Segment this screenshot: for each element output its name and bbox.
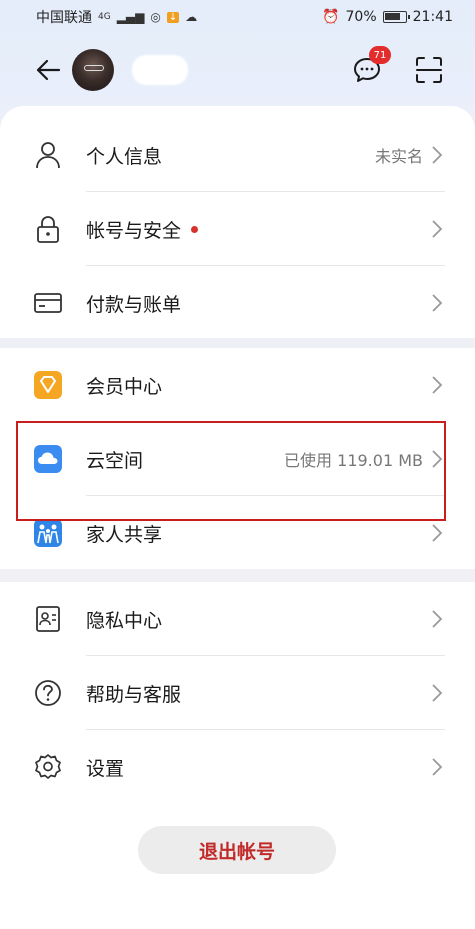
chevron-right-icon <box>431 757 443 777</box>
help-icon <box>32 677 64 709</box>
row-cloud-space[interactable]: 云空间 已使用 119.01 MB <box>0 422 475 496</box>
top-actions: 71 <box>351 46 445 86</box>
messages-button[interactable]: 71 <box>351 46 391 86</box>
services-section: 会员中心 云空间 已使用 119.01 MB 家人共享 <box>0 348 475 569</box>
arrow-left-icon <box>36 59 61 81</box>
scan-button[interactable] <box>413 54 445 86</box>
lock-icon <box>32 213 64 245</box>
family-icon <box>32 517 64 549</box>
battery-percent: 70% <box>345 9 377 25</box>
row-settings[interactable]: 设置 <box>0 730 475 804</box>
chevron-right-icon <box>431 609 443 629</box>
row-payment-billing[interactable]: 付款与账单 <box>0 266 475 340</box>
status-left: 中国联通 4G ▂▄▆ ◎ ↓ ☁ <box>36 7 197 27</box>
signal-label: 4G <box>98 12 111 22</box>
chevron-right-icon <box>431 145 443 165</box>
chevron-right-icon <box>431 449 443 469</box>
row-account-security[interactable]: 帐号与安全 <box>0 192 475 266</box>
notification-dot <box>191 225 199 233</box>
top-bar: 71 <box>0 34 475 106</box>
row-value: 未实名 <box>374 147 423 166</box>
scan-icon <box>416 57 442 83</box>
row-value: 已使用 119.01 MB <box>284 451 423 470</box>
alarm-icon: ⏰ <box>322 9 340 25</box>
diamond-icon <box>32 369 64 401</box>
row-label: 帐号与安全 <box>86 219 182 242</box>
cloud-status-icon: ☁ <box>185 10 198 24</box>
row-label: 隐私中心 <box>86 609 163 632</box>
battery-icon <box>382 11 410 23</box>
status-bar: 中国联通 4G ▂▄▆ ◎ ↓ ☁ ⏰ 70% 21:41 <box>0 0 475 34</box>
account-section: 个人信息 未实名 帐号与安全 付款与账单 <box>0 106 475 338</box>
chevron-right-icon <box>431 523 443 543</box>
row-label: 付款与账单 <box>86 293 182 316</box>
hotspot-icon: ◎ <box>150 10 161 24</box>
chevron-right-icon <box>431 293 443 313</box>
username-redacted <box>132 55 188 85</box>
person-icon <box>32 139 64 171</box>
message-count-badge: 71 <box>369 46 391 64</box>
back-button[interactable] <box>30 52 66 88</box>
row-label: 帮助与客服 <box>86 683 182 706</box>
settings-icon <box>32 751 64 783</box>
chevron-right-icon <box>431 219 443 239</box>
row-label: 设置 <box>86 757 125 780</box>
row-label: 会员中心 <box>86 375 163 398</box>
clock: 21:41 <box>412 9 453 25</box>
row-label: 家人共享 <box>86 523 163 546</box>
chevron-right-icon <box>431 375 443 395</box>
status-right: ⏰ 70% 21:41 <box>322 9 453 25</box>
row-label: 个人信息 <box>86 145 163 168</box>
row-help-support[interactable]: 帮助与客服 <box>0 656 475 730</box>
signal-bars-icon: ▂▄▆ <box>116 10 145 24</box>
row-family-sharing[interactable]: 家人共享 <box>0 496 475 570</box>
privacy-icon <box>32 603 64 635</box>
cloud-icon <box>32 443 64 475</box>
support-section: 隐私中心 帮助与客服 设置 <box>0 582 475 929</box>
avatar[interactable] <box>72 49 114 91</box>
row-privacy-center[interactable]: 隐私中心 <box>0 582 475 656</box>
chevron-right-icon <box>431 683 443 703</box>
row-member-center[interactable]: 会员中心 <box>0 348 475 422</box>
row-label: 云空间 <box>86 449 144 472</box>
card-icon <box>32 287 64 319</box>
logout-button[interactable]: 退出帐号 <box>138 826 336 874</box>
download-icon: ↓ <box>166 11 180 23</box>
row-personal-info[interactable]: 个人信息 未实名 <box>0 118 475 192</box>
carrier-name: 中国联通 <box>36 10 92 26</box>
